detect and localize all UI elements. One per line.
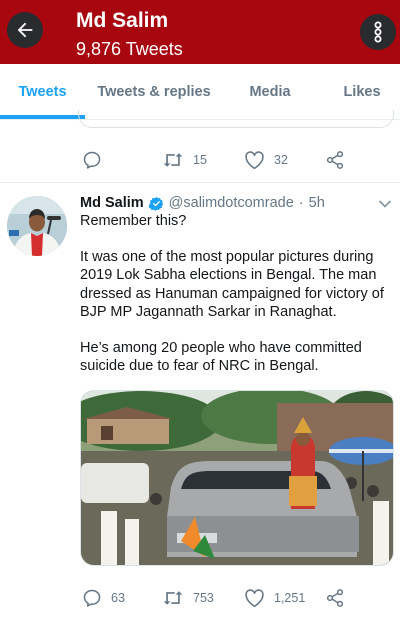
author-handle[interactable]: @salimdotcomrade	[169, 195, 294, 211]
more-options-button[interactable]	[360, 14, 396, 50]
tweet-count: 9,876 Tweets	[76, 39, 183, 59]
verified-badge-icon	[148, 196, 164, 211]
like-count: 1,251	[274, 591, 306, 605]
tweet-divider	[0, 182, 400, 183]
like-button[interactable]: 1,251	[244, 586, 305, 610]
author-name[interactable]: Md Salim	[80, 195, 144, 211]
retweet-icon	[163, 153, 183, 167]
tweet-actions: 63 753 1,251	[0, 586, 400, 610]
share-icon	[326, 589, 344, 607]
previous-tweet-card-edge	[78, 110, 394, 128]
reply-button[interactable]: 63	[82, 586, 125, 610]
tweet-body: Remember this? It was one of the most po…	[80, 212, 392, 393]
heart-icon	[245, 589, 264, 608]
arrow-left-icon	[17, 22, 33, 38]
header-title-block: Md Salim 9,876 Tweets	[76, 9, 183, 61]
tweet-paragraph: He’s among 20 people who have committed …	[80, 340, 362, 375]
reply-icon	[83, 589, 101, 607]
profile-name: Md Salim	[76, 9, 169, 32]
tweet-photo[interactable]	[80, 390, 394, 566]
active-tab-indicator	[0, 115, 85, 119]
like-button[interactable]: 32	[244, 148, 288, 172]
share-icon	[326, 151, 344, 169]
profile-header: Md Salim 9,876 Tweets	[0, 0, 400, 64]
more-vertical-icon	[374, 21, 382, 43]
back-button[interactable]	[7, 12, 43, 48]
share-button[interactable]	[325, 148, 345, 172]
retweet-count: 753	[193, 591, 214, 605]
reply-icon	[83, 151, 101, 169]
previous-tweet-actions: 15 32	[0, 148, 400, 172]
retweet-count: 15	[193, 153, 207, 167]
reply-count: 63	[111, 591, 125, 605]
tweet-header: Md Salim @salimdotcomrade · 5h	[80, 195, 325, 211]
like-count: 32	[274, 153, 288, 167]
retweet-button[interactable]: 753	[162, 586, 214, 610]
reply-button[interactable]	[82, 148, 111, 172]
tweet-paragraph: Remember this?	[80, 213, 187, 229]
heart-icon	[245, 151, 264, 170]
share-button[interactable]	[325, 586, 345, 610]
chevron-down-icon	[378, 200, 392, 208]
tweet-paragraph: It was one of the most popular pictures …	[80, 249, 384, 320]
tab-tweets[interactable]: Tweets	[0, 64, 85, 120]
retweet-icon	[163, 591, 183, 605]
tweet-timestamp[interactable]: 5h	[309, 195, 325, 211]
avatar[interactable]	[7, 196, 67, 256]
retweet-button[interactable]: 15	[162, 148, 207, 172]
meta-separator: ·	[298, 195, 304, 211]
